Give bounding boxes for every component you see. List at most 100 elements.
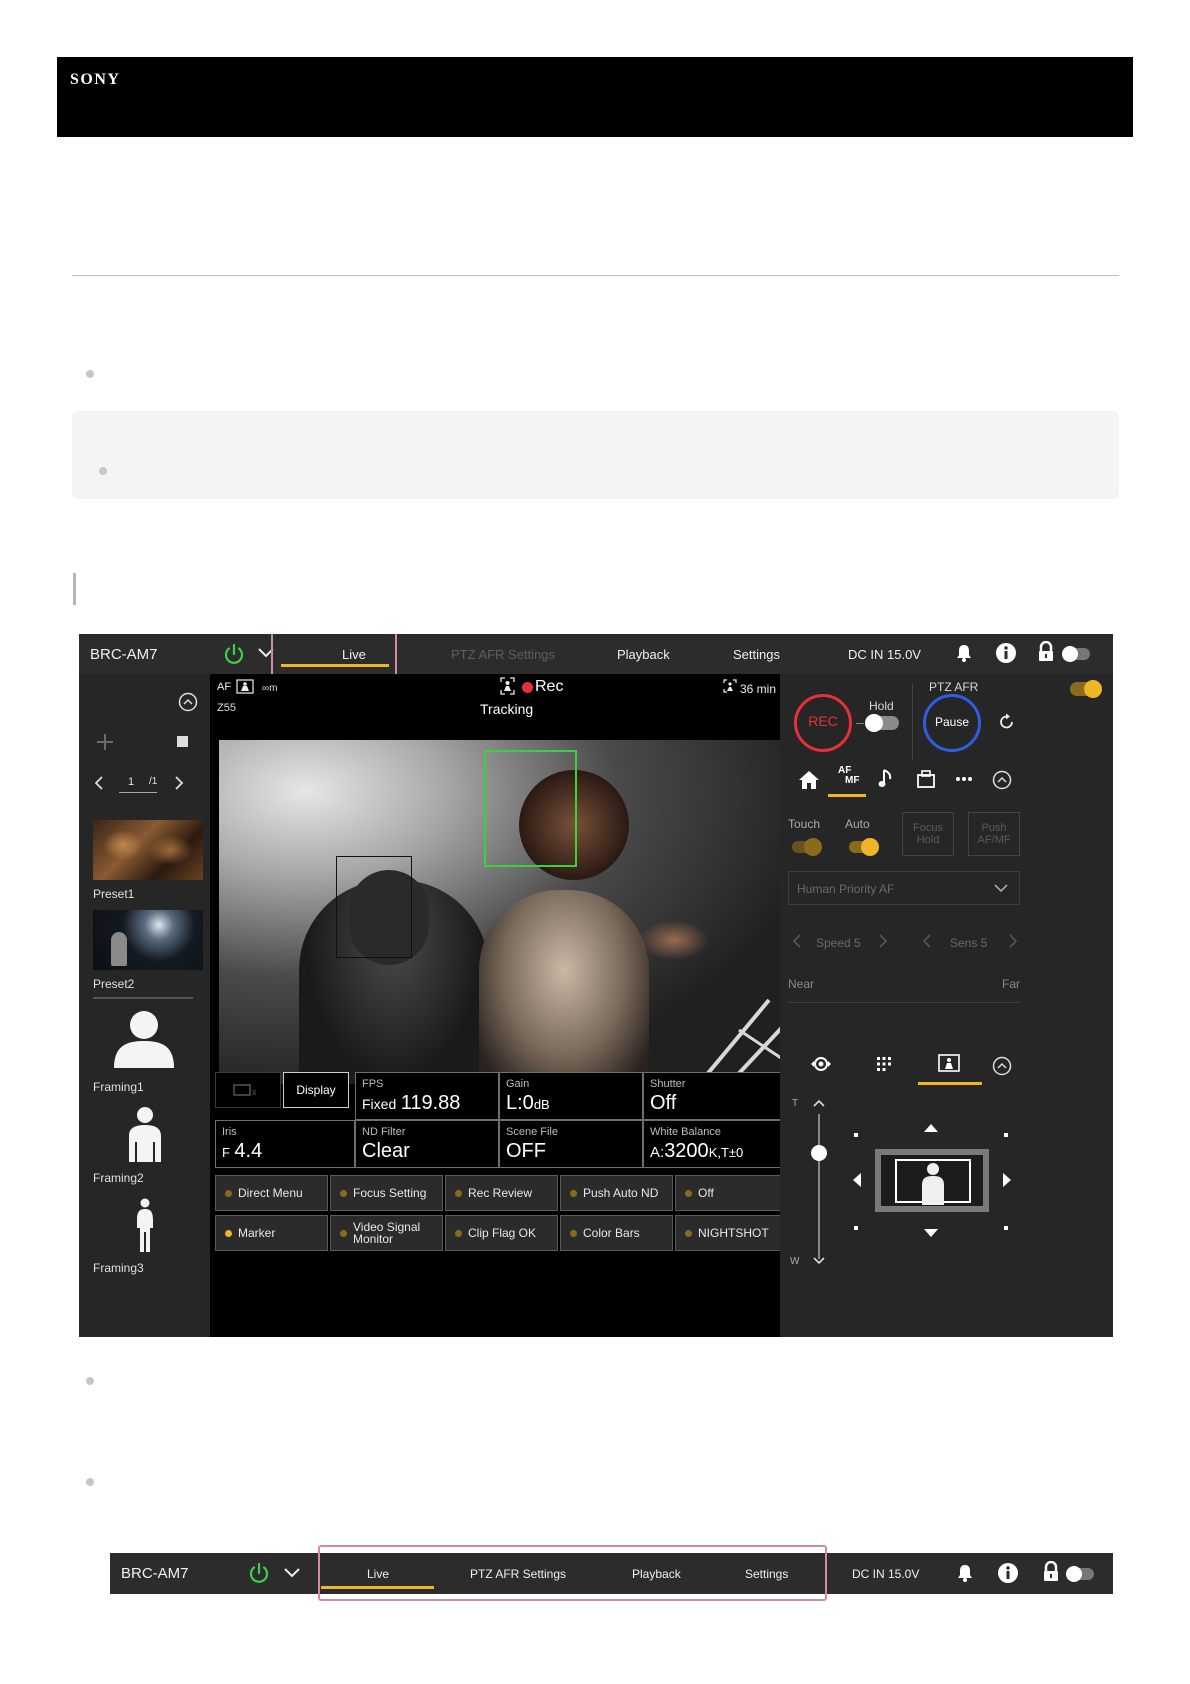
assign-button-video-signal-monitor[interactable]: Video Signal Monitor (330, 1215, 443, 1251)
speed-value: Speed 5 (816, 936, 861, 950)
af-mf-tab[interactable]: AF MF (838, 766, 859, 786)
collapse-panel-icon[interactable] (992, 770, 1012, 790)
display-off-button[interactable]: x (215, 1072, 281, 1108)
shutter-cell[interactable]: Shutter Off (643, 1072, 785, 1120)
rec-indicator-dot (522, 682, 533, 693)
assign-button-off[interactable]: Off (675, 1175, 786, 1211)
media-slot-icon[interactable] (916, 769, 936, 789)
auto-label: Auto (845, 817, 870, 831)
tilt-up-icon[interactable] (923, 1123, 939, 1133)
framing3-icon[interactable] (134, 1198, 156, 1252)
fps-cell[interactable]: FPS Fixed 119.88 (355, 1072, 499, 1120)
rec-button[interactable]: REC (794, 694, 852, 752)
focus-slider-track[interactable] (788, 1002, 1020, 1003)
page-number: 1 (128, 776, 135, 788)
iris-value: F 4.4 (222, 1140, 263, 1162)
speed-increase-icon[interactable] (878, 934, 888, 948)
power-icon[interactable] (247, 1561, 271, 1585)
lock-toggle[interactable] (1062, 646, 1090, 662)
scene-file-cell[interactable]: Scene File OFF (499, 1120, 643, 1168)
framing2-icon[interactable] (125, 1106, 165, 1162)
nd-filter-cell[interactable]: ND Filter Clear (355, 1120, 499, 1168)
assign-button-nightshot[interactable]: NIGHTSHOT (675, 1215, 786, 1251)
sens-decrease-icon[interactable] (922, 934, 932, 948)
push-af-mf-button[interactable]: Push AF/MF (968, 812, 1020, 856)
assign-button-push-auto-nd[interactable]: Push Auto ND (560, 1175, 673, 1211)
focus-hold-button[interactable]: Focus Hold (902, 812, 954, 856)
shutter-value: Off (650, 1092, 677, 1114)
assign-button-focus-setting[interactable]: Focus Setting (330, 1175, 443, 1211)
hold-toggle[interactable] (865, 714, 899, 732)
lock-icon[interactable] (1037, 641, 1055, 663)
framing-tab-icon[interactable] (938, 1054, 960, 1072)
bullet-marker (86, 1478, 94, 1486)
prev-page-icon[interactable] (93, 775, 105, 791)
media-icon (723, 679, 737, 693)
preset1-thumbnail[interactable] (93, 820, 203, 880)
remaining-time: 36 min (740, 682, 777, 696)
wide-label: W (790, 1256, 800, 1267)
assign-button-rec-review[interactable]: Rec Review (445, 1175, 558, 1211)
hold-label: Hold (869, 699, 894, 713)
pad-corner-dot (854, 1133, 858, 1137)
sens-increase-icon[interactable] (1008, 934, 1018, 948)
pan-left-icon[interactable] (852, 1172, 862, 1188)
assign-button-clip-flag-ok[interactable]: Clip Flag OK (445, 1215, 558, 1251)
touch-label: Touch (788, 817, 821, 831)
tilt-down-icon[interactable] (923, 1228, 939, 1238)
zoom-in-icon[interactable] (812, 1098, 826, 1108)
collapse-icon[interactable] (178, 692, 198, 712)
iris-cell[interactable]: Iris F 4.4 (215, 1120, 355, 1168)
assign-button-marker[interactable]: Marker (215, 1215, 328, 1251)
next-page-icon[interactable] (173, 775, 185, 791)
add-preset-icon[interactable] (95, 732, 115, 752)
bullet-marker (99, 467, 107, 475)
ptz-icon[interactable] (810, 1054, 832, 1074)
lock-toggle[interactable] (1066, 1566, 1094, 1582)
sony-logo: SONY (70, 71, 121, 88)
tab-settings[interactable]: Settings (733, 647, 780, 662)
white-balance-cell[interactable]: White Balance A:3200K,T±0 (643, 1120, 785, 1168)
closeup-power-status: DC IN 15.0V (852, 1567, 920, 1581)
power-icon[interactable] (222, 642, 246, 666)
stop-icon[interactable] (177, 736, 188, 747)
preset2-thumbnail[interactable] (93, 910, 203, 970)
overlay-off-icon: x (233, 1084, 257, 1097)
lock-icon[interactable] (1042, 1561, 1060, 1583)
af-mode-select[interactable]: Human Priority AF (788, 871, 1020, 905)
pause-button[interactable]: Pause (923, 694, 981, 752)
bullet-marker (86, 1377, 94, 1385)
gain-cell[interactable]: Gain L:0dB (499, 1072, 643, 1120)
scene-file-label: Scene File (506, 1126, 558, 1138)
info-icon[interactable] (995, 642, 1017, 664)
bell-icon[interactable] (956, 1563, 974, 1583)
home-icon[interactable] (798, 770, 820, 790)
gain-label: Gain (506, 1078, 530, 1090)
tab-playback[interactable]: Playback (617, 647, 670, 662)
zoom-out-icon[interactable] (812, 1256, 826, 1266)
preset-grid-icon[interactable] (876, 1056, 892, 1072)
framing-preview-pad[interactable] (875, 1149, 989, 1212)
zoom-slider-thumb[interactable] (811, 1145, 827, 1161)
speed-decrease-icon[interactable] (792, 934, 802, 948)
more-icon[interactable] (955, 776, 973, 782)
auto-toggle[interactable] (849, 838, 879, 856)
chevron-down-icon[interactable] (283, 1566, 301, 1580)
zoom-slider-track[interactable] (818, 1114, 820, 1259)
collapse-lower-panel-icon[interactable] (992, 1056, 1012, 1076)
assign-button-direct-menu[interactable]: Direct Menu (215, 1175, 328, 1211)
info-icon[interactable] (997, 1562, 1019, 1584)
touch-toggle[interactable] (792, 838, 822, 856)
framing1-icon[interactable] (112, 1008, 176, 1068)
iris-label: Iris (222, 1126, 237, 1138)
assign-button-color-bars[interactable]: Color Bars (560, 1215, 673, 1251)
pan-right-icon[interactable] (1002, 1172, 1012, 1188)
ptz-afr-toggle[interactable] (1070, 680, 1102, 698)
camera-video-feed[interactable] (219, 740, 795, 1084)
tab-ptz-afr-settings[interactable]: PTZ AFR Settings (451, 647, 555, 662)
refresh-icon[interactable] (997, 712, 1017, 732)
active-lower-tab-indicator (918, 1082, 982, 1085)
display-button[interactable]: Display (283, 1072, 349, 1108)
audio-icon[interactable] (878, 768, 894, 790)
bell-icon[interactable] (955, 643, 973, 663)
